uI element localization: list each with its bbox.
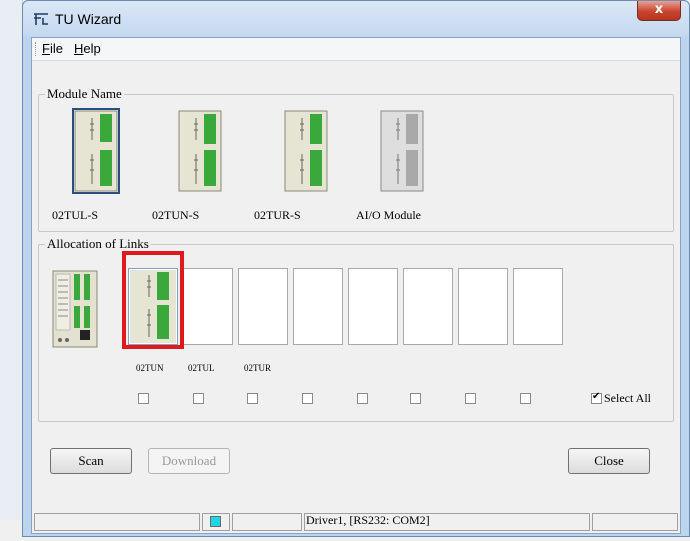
slot-4-checkbox[interactable] [302, 393, 313, 404]
module-aio[interactable] [378, 108, 426, 194]
module-label-02tur-s: 02TUR-S [254, 208, 301, 222]
download-button[interactable]: Download [148, 448, 230, 474]
scan-button[interactable]: Scan [50, 448, 132, 474]
slot-1-checkbox[interactable] [138, 393, 149, 404]
link-slot-4[interactable] [293, 268, 343, 345]
link-slot-6[interactable] [403, 268, 453, 345]
link-slot-7[interactable] [458, 268, 508, 345]
module-02tul-s[interactable] [72, 108, 120, 194]
allocation-of-links-label: Allocation of Links [45, 236, 151, 252]
select-all-label[interactable]: Select All [604, 391, 651, 406]
connection-status-led [210, 516, 221, 527]
menu-bar: File Help [32, 38, 680, 61]
plc-main-unit [52, 270, 98, 348]
plc-main-unit-icon [52, 270, 98, 348]
slot-2-checkbox[interactable] [193, 393, 204, 404]
slot-3-checkbox[interactable] [247, 393, 258, 404]
link-slot-3[interactable] [238, 268, 288, 345]
slot-5-checkbox[interactable] [357, 393, 368, 404]
window-close-button[interactable]: x [637, 1, 681, 21]
module-label-aio: AI/O Module [356, 208, 421, 222]
module-02tur-s[interactable] [282, 108, 330, 194]
slot-7-checkbox[interactable] [465, 393, 476, 404]
slot-label-3: 02TUR [244, 363, 271, 373]
module-name-label: Module Name [45, 86, 124, 102]
background-left-strip [0, 0, 23, 541]
driver-status-text: Driver1, [RS232: COM2] [306, 513, 430, 527]
link-slot-2[interactable] [183, 268, 233, 345]
module-02tur-s-icon [284, 110, 328, 192]
slot-label-1: 02TUN [136, 363, 164, 373]
module-02tun-s-icon [178, 110, 222, 192]
module-label-02tul-s: 02TUL-S [52, 208, 98, 222]
window-title: TU Wizard [55, 11, 122, 27]
slot-label-2: 02TUL [188, 363, 215, 373]
module-02tun-s[interactable] [176, 108, 224, 194]
menu-help[interactable]: Help [74, 41, 101, 56]
select-all-checkbox[interactable] [591, 391, 602, 404]
module-02tul-s-icon [74, 110, 118, 192]
link-slot-8[interactable] [513, 268, 563, 345]
status-pane-3 [232, 513, 302, 531]
module-aio-icon [380, 110, 424, 192]
slot-6-checkbox[interactable] [410, 393, 421, 404]
status-pane-5 [592, 513, 678, 531]
menu-file[interactable]: File [42, 41, 63, 56]
slot-8-checkbox[interactable] [520, 393, 531, 404]
dialog-client-area: File Help Module Name 02TUL-S 02TUN-S 02… [31, 37, 681, 534]
status-pane-1 [34, 513, 200, 531]
title-bar[interactable]: TU Wizard x [23, 1, 689, 37]
menu-grip [35, 42, 38, 56]
selection-highlight [122, 251, 184, 349]
module-label-02tun-s: 02TUN-S [152, 208, 200, 222]
tu-wizard-window: TU Wizard x File Help Module Name 02TUL-… [22, 0, 690, 537]
close-button[interactable]: Close [568, 448, 650, 474]
link-slot-5[interactable] [348, 268, 398, 345]
app-icon [34, 13, 48, 25]
